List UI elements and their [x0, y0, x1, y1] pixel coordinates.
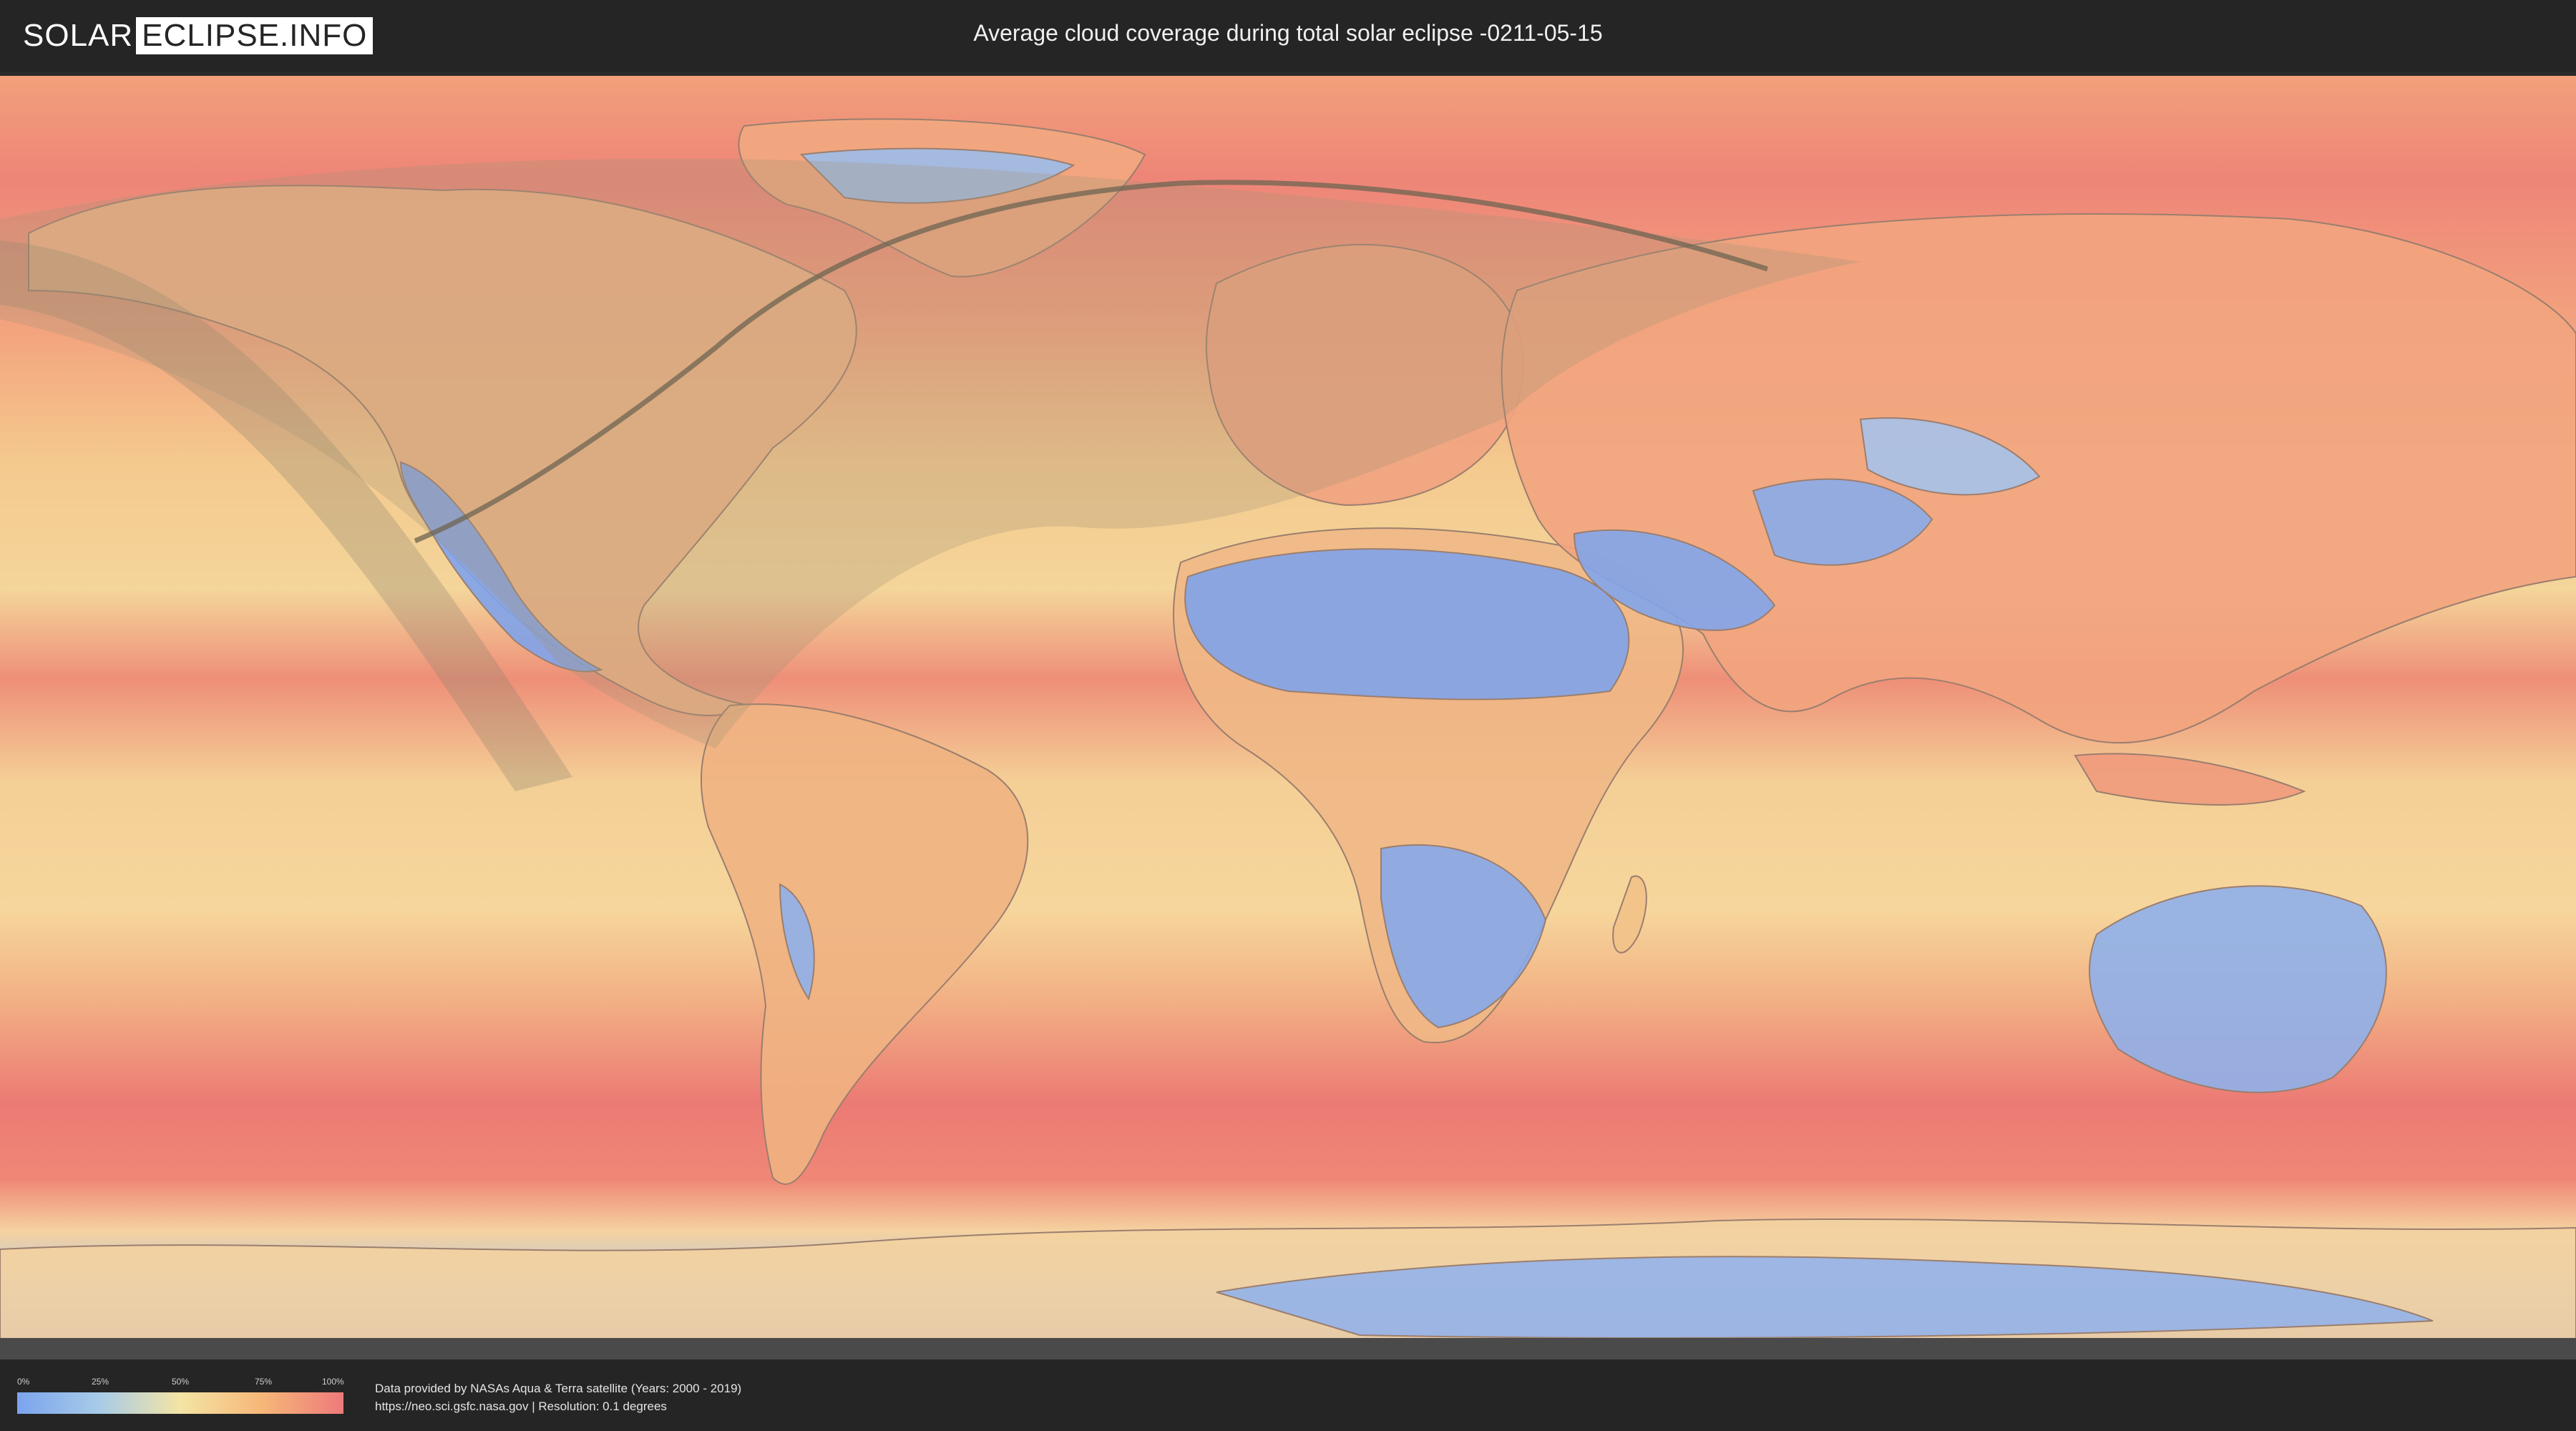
legend-ticks: 0% 25% 50% 75% 100% — [17, 1377, 344, 1388]
url-line[interactable]: https://neo.sci.gsfc.nasa.gov | Resoluti… — [375, 1397, 741, 1415]
header-bar: SOLAR ECLIPSE.INFO Average cloud coverag… — [0, 0, 2576, 72]
sahara-clear-area — [1184, 548, 1630, 700]
source-line: Data provided by NASAs Aqua & Terra sate… — [375, 1382, 742, 1395]
legend-tick-50: 50% — [172, 1377, 190, 1387]
legend-tick-0: 0% — [17, 1377, 30, 1387]
legend-color-bar — [17, 1392, 343, 1414]
data-source: Data provided by NASAs Aqua & Terra sate… — [375, 1379, 741, 1415]
cloud-coverage-legend: 0% 25% 50% 75% 100% — [17, 1377, 344, 1414]
legend-tick-100: 100% — [322, 1377, 344, 1387]
footer-bar: 0% 25% 50% 75% 100% Data provided by NAS… — [0, 1359, 2576, 1431]
legend-tick-25: 25% — [92, 1377, 109, 1387]
legend-tick-75: 75% — [255, 1377, 273, 1387]
cloud-coverage-map — [0, 76, 2576, 1359]
page-title: Average cloud coverage during total sola… — [973, 20, 1603, 46]
map-svg — [0, 76, 2576, 1359]
map-bottom-edge — [0, 1338, 2576, 1359]
